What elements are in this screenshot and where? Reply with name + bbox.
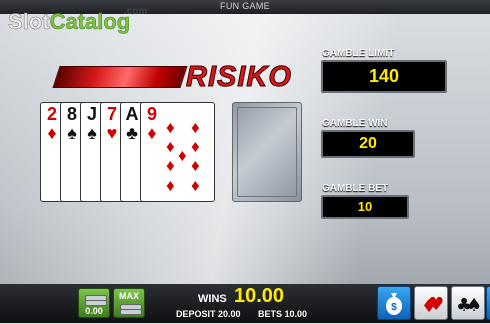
gamble-card-facedown[interactable] bbox=[232, 102, 302, 202]
coin-stack-icon bbox=[120, 309, 142, 315]
diamond-pip-icon: ♦ bbox=[191, 156, 200, 175]
diamond-pip-icon: ♦ bbox=[166, 156, 175, 175]
diamond-pip-icon: ♦ bbox=[166, 176, 175, 195]
diamond-pip-icon: ♦ bbox=[178, 146, 187, 165]
risiko-banner: RISIKO bbox=[52, 61, 308, 94]
diamond-pip-icon: ♦ bbox=[191, 137, 200, 156]
collect-button[interactable]: $ bbox=[377, 286, 411, 320]
risiko-bar bbox=[52, 66, 188, 88]
coin-value-button[interactable]: 0.00 bbox=[78, 288, 110, 318]
card-rank: 8 bbox=[66, 104, 77, 124]
gamble-limit-value: 140 bbox=[321, 60, 447, 93]
card-rank: 7 bbox=[106, 104, 117, 124]
diamond-pip-icon: ♦ bbox=[166, 137, 175, 156]
gamble-win-value: 20 bbox=[321, 130, 415, 158]
gamble-win-label: GAMBLE WIN bbox=[322, 118, 388, 129]
gamble-limit-label: GAMBLE LIMIT bbox=[322, 48, 395, 59]
risiko-title: RISIKO bbox=[186, 61, 292, 94]
diamond-pip-icon: ♦ bbox=[166, 118, 175, 137]
deposit-label: DEPOSIT 20.00 bbox=[176, 309, 241, 319]
card-history: 2 ♦ 8 ♠ J ♠ 7 ♥ A ♣ 9 ♦ ♦ ♦ ♦ ♦ ♦ ♦ ♦ ♦ ♦ bbox=[40, 102, 215, 204]
card-suit: ♠ bbox=[67, 123, 77, 143]
svg-text:$: $ bbox=[391, 302, 397, 313]
watermark-suffix: .com bbox=[124, 6, 148, 17]
spades-clubs-icon: ♣ ♠ bbox=[456, 295, 482, 316]
gamble-red-button[interactable]: ♦ ♥ bbox=[414, 286, 448, 320]
card-suit: ♣ bbox=[126, 123, 138, 143]
max-bet-button[interactable]: MAX bbox=[113, 288, 145, 318]
svg-text:♠: ♠ bbox=[466, 295, 482, 316]
bets-label: BETS 10.00 bbox=[258, 309, 308, 319]
watermark-part2: Catalog bbox=[49, 9, 131, 35]
card-suit: ♠ bbox=[87, 123, 97, 143]
gamble-bet-label: GAMBLE BET bbox=[322, 183, 389, 194]
card-suit: ♦ bbox=[47, 123, 57, 143]
card-rank: J bbox=[86, 104, 97, 124]
card-rank: A bbox=[125, 104, 139, 124]
max-bet-label: MAX bbox=[119, 291, 139, 301]
card-rank: 2 bbox=[46, 104, 57, 124]
diamond-pip-icon: ♦ bbox=[191, 118, 200, 137]
coin-value-label: 0.00 bbox=[85, 306, 103, 316]
gamble-black-button[interactable]: ♣ ♠ bbox=[451, 286, 485, 320]
watermark-logo: SlotCatalog .com bbox=[8, 6, 148, 43]
wins-value: 10.00 bbox=[234, 285, 285, 307]
card-rank: 9 bbox=[146, 104, 157, 124]
card-back-pattern bbox=[237, 107, 297, 197]
card-suit: ♥ bbox=[106, 123, 118, 143]
diamond-pip-icon: ♦ bbox=[191, 176, 200, 195]
menu-button-edge[interactable] bbox=[486, 286, 490, 320]
gamble-bet-value: 10 bbox=[321, 195, 409, 219]
watermark-part1: Slot bbox=[8, 9, 50, 35]
money-bag-icon: $ bbox=[386, 293, 402, 315]
card-suit: ♦ bbox=[147, 123, 157, 143]
hearts-diamonds-icon: ♦ ♥ bbox=[421, 294, 444, 317]
wins-label: WINS bbox=[198, 293, 227, 305]
history-card-latest: 9 ♦ ♦ ♦ ♦ ♦ ♦ ♦ ♦ ♦ ♦ bbox=[140, 102, 215, 202]
svg-text:♥: ♥ bbox=[428, 294, 444, 315]
